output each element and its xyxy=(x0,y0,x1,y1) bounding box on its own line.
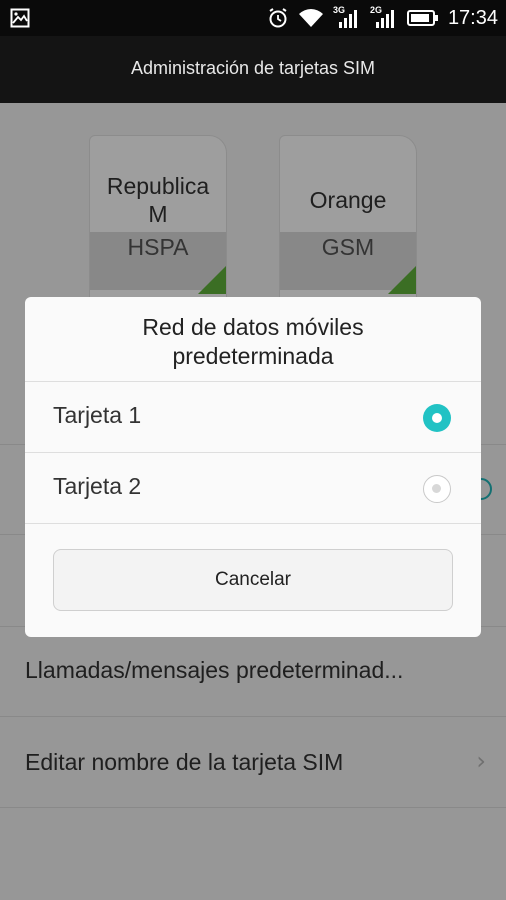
option-label: Tarjeta 2 xyxy=(53,473,142,499)
signal-icon: 2G xyxy=(370,5,398,29)
option-tarjeta-2[interactable]: Tarjeta 2 xyxy=(25,452,481,523)
battery-icon xyxy=(406,10,438,26)
cancel-button[interactable]: Cancelar xyxy=(53,549,453,611)
radio-unselected-icon[interactable] xyxy=(423,475,451,503)
dialog-title: Red de datos móviles predeterminada xyxy=(25,313,481,371)
option-label: Tarjeta 1 xyxy=(53,402,142,428)
signal-icon: 3G xyxy=(333,5,361,29)
app-header: Administración de tarjetas SIM xyxy=(0,36,506,103)
alarm-icon xyxy=(269,8,287,28)
dialog-title-line: Red de datos móviles xyxy=(142,314,364,340)
radio-selected-icon[interactable] xyxy=(423,404,451,432)
dialog-title-line: predeterminada xyxy=(172,343,334,369)
divider xyxy=(25,523,481,524)
page-title: Administración de tarjetas SIM xyxy=(130,58,376,78)
status-bar: 3G 2G 17:34 xyxy=(0,0,506,36)
wifi-icon xyxy=(298,9,323,27)
default-data-network-dialog: Red de datos móviles predeterminada Tarj… xyxy=(25,297,481,637)
option-tarjeta-1[interactable]: Tarjeta 1 xyxy=(25,381,481,452)
clock-time: 17:34 xyxy=(447,6,498,29)
gallery-icon xyxy=(10,8,30,28)
